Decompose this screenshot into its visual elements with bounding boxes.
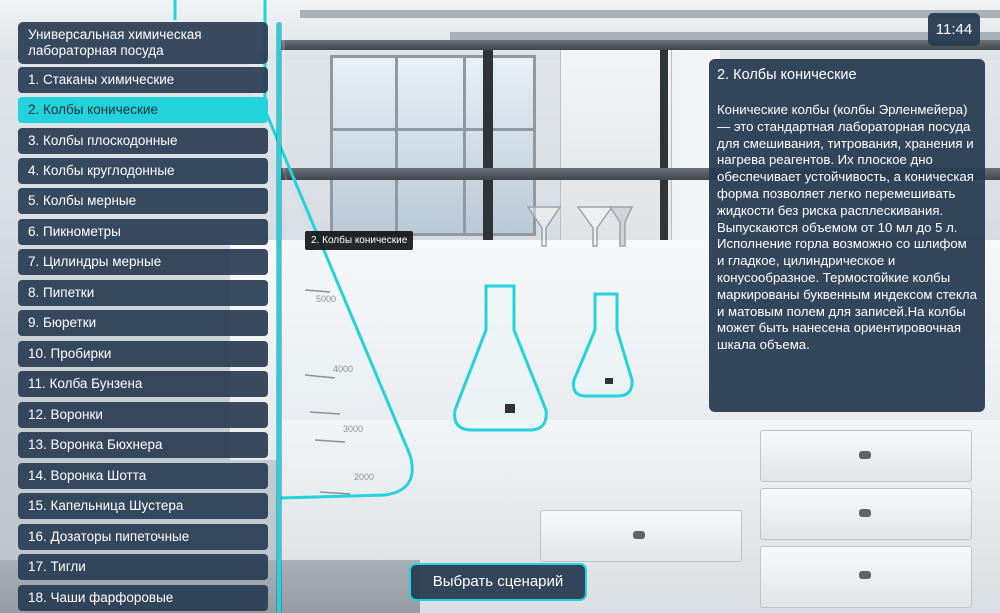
info-title: 2. Колбы конические [717,67,857,83]
menu-scrollbar-thumb[interactable] [277,22,281,613]
menu-item-beakers[interactable]: 1. Стаканы химические [18,67,268,93]
object-tooltip: 2. Колбы конические [305,231,414,250]
menu-item-schott-funnel[interactable]: 14. Воронка Шотта [18,463,268,489]
menu-item-graduated-cylinders[interactable]: 7. Цилиндры мерные [18,249,268,275]
conical-flask-large [453,284,548,432]
menu-item-pycnometers[interactable]: 6. Пикнометры [18,219,268,245]
menu-item-bunsen-flask[interactable]: 11. Колба Бунзена [18,371,268,397]
menu-item-volumetric-flasks[interactable]: 5. Колбы мерные [18,188,268,214]
conical-flask-small [572,292,634,398]
menu-item-porcelain-dishes[interactable]: 18. Чаши фарфоровые [18,585,268,611]
beaker-mark-label: 4000 [333,364,353,374]
menu-item-flat-bottom-flasks[interactable]: 3. Колбы плоскодонные [18,128,268,154]
info-panel: 2. Колбы конические Конические колбы (ко… [709,59,985,412]
info-description: Конические колбы (колбы Эрленмейера) — э… [717,102,977,353]
beaker-mark-label: 5000 [316,294,336,304]
menu-item-pipette-dispensers[interactable]: 16. Дозаторы пипеточные [18,524,268,550]
funnels [526,206,634,247]
select-scenario-button[interactable]: Выбрать сценарий [409,563,587,601]
menu-item-test-tubes[interactable]: 10. Пробирки [18,341,268,367]
menu-item-buchner-funnel[interactable]: 13. Воронка Бюхнера [18,432,268,458]
menu-item-pipettes[interactable]: 8. Пипетки [18,280,268,306]
menu-item-burettes[interactable]: 9. Бюретки [18,310,268,336]
clock: 11:44 [928,13,980,46]
beaker-mark-label: 3000 [343,424,363,434]
menu-item-crucibles[interactable]: 17. Тигли [18,554,268,580]
menu-item-funnels[interactable]: 12. Воронки [18,402,268,428]
menu-item-round-bottom-flasks[interactable]: 4. Колбы круглодонные [18,158,268,184]
menu-item-conical-flasks[interactable]: 2. Колбы конические [18,97,268,123]
beaker-mark-label: 2000 [354,472,374,482]
menu-title: Универсальная химическая лабораторная по… [18,22,268,64]
menu-item-schuster-dropper[interactable]: 15. Капельница Шустера [18,493,268,519]
